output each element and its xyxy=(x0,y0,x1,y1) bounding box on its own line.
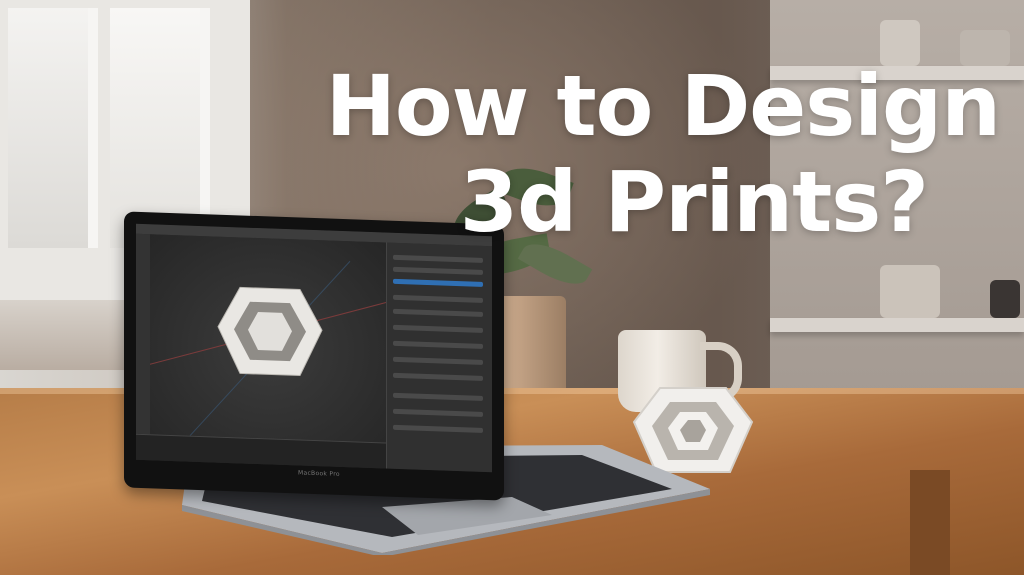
shelf-bottom xyxy=(770,318,1024,332)
panel-row xyxy=(393,372,483,381)
panel-row xyxy=(393,356,483,365)
laptop-display xyxy=(136,223,492,473)
panel-row xyxy=(393,408,483,417)
laptop-screen: MacBook Pro xyxy=(124,211,504,501)
shelf-jar xyxy=(990,280,1020,318)
panel-row xyxy=(393,266,483,275)
window-pane-left xyxy=(8,8,98,248)
panel-row xyxy=(393,424,483,433)
headline-line-2: 3d Prints? xyxy=(459,153,929,251)
app-properties-panel xyxy=(386,242,492,473)
panel-row xyxy=(393,324,483,333)
headline: How to Design 3d Prints? xyxy=(300,57,1001,251)
panel-row xyxy=(393,340,483,349)
table-leg xyxy=(910,470,950,575)
panel-row xyxy=(393,294,483,303)
panel-row-selected xyxy=(393,278,483,287)
shelf-jar xyxy=(880,265,940,318)
photo-scene: MacBook Pro How to Design 3d Prints? xyxy=(0,0,1024,575)
laptop-brand: MacBook Pro xyxy=(298,469,340,478)
panel-row xyxy=(393,254,483,263)
app-viewport xyxy=(149,234,387,443)
headline-line-1: How to Design xyxy=(325,57,1001,155)
viewport-grid xyxy=(149,260,387,437)
panel-row xyxy=(393,392,483,401)
app-toolbar xyxy=(136,233,150,435)
panel-row xyxy=(393,308,483,317)
